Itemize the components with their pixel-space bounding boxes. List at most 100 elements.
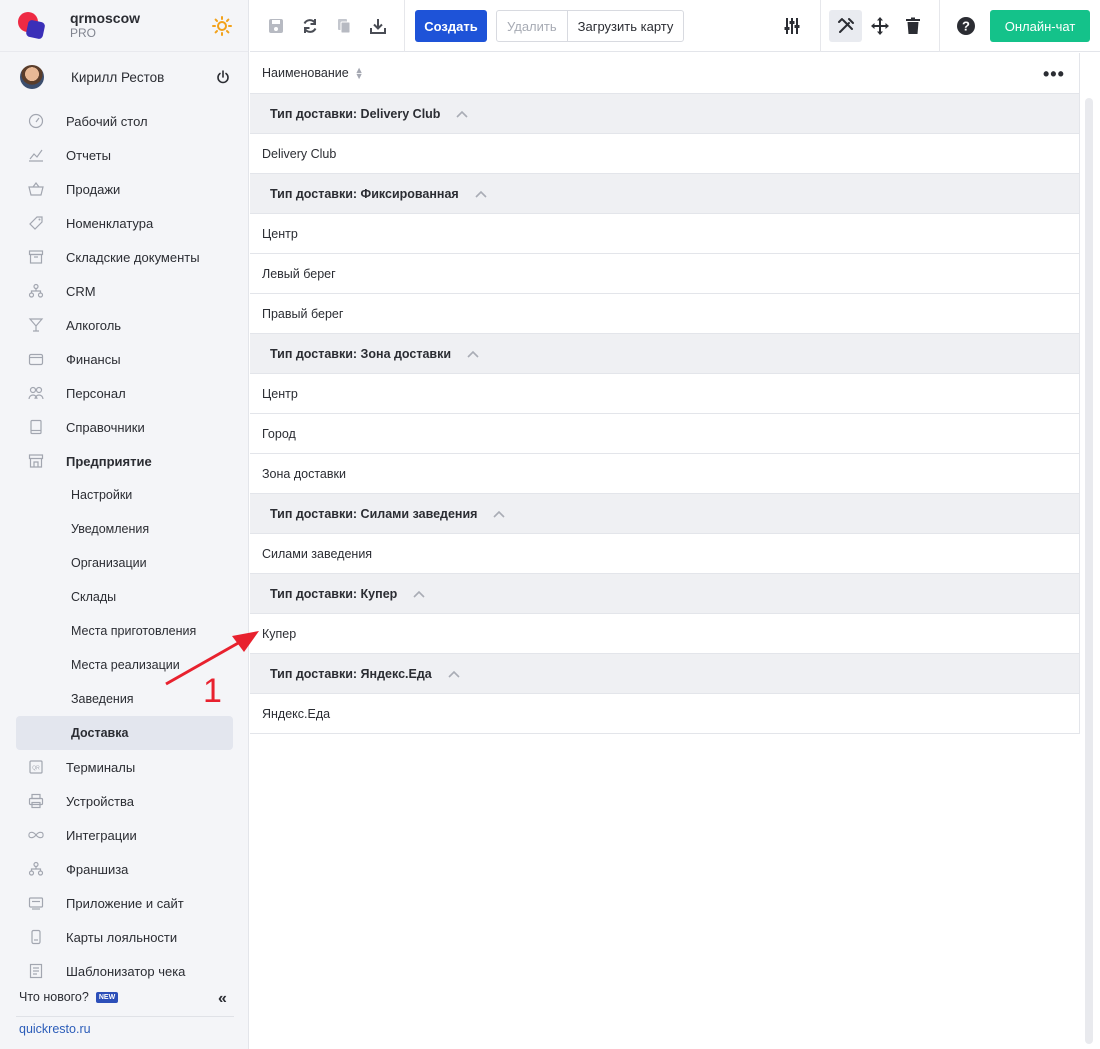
sidebar-subitem-4[interactable]: Места приготовления <box>16 614 233 648</box>
table-row[interactable]: Правый берег <box>250 294 1080 334</box>
user-name[interactable]: Кирилл Рестов <box>71 70 164 85</box>
sidebar-item-main-2[interactable]: Продажи <box>16 172 233 206</box>
group-title: Тип доставки: Силами заведения <box>270 506 478 521</box>
card-icon <box>28 929 44 945</box>
sidebar-subitem-3[interactable]: Склады <box>16 580 233 614</box>
group-header[interactable]: Тип доставки: Фиксированная <box>250 174 1080 214</box>
sidebar-item-label: Франшиза <box>66 861 129 877</box>
sidebar-item-main-5[interactable]: CRM <box>16 274 233 308</box>
delete-button[interactable]: Удалить <box>497 11 568 41</box>
sidebar-subitem-6[interactable]: Заведения <box>16 682 233 716</box>
group-title: Тип доставки: Яндекс.Еда <box>270 666 432 681</box>
column-header[interactable]: Наименование ▲ ▼ <box>250 53 1080 94</box>
sidebar-item-label: Номенклатура <box>66 215 154 231</box>
refresh-icon[interactable] <box>298 14 322 38</box>
help-icon[interactable]: ? <box>954 14 978 38</box>
sidebar-item-extra-6[interactable]: Шаблонизатор чека <box>16 954 233 988</box>
save-icon[interactable] <box>264 14 288 38</box>
brand-plan: PRO <box>70 25 97 40</box>
sidebar-subitem-5[interactable]: Места реализации <box>16 648 233 682</box>
table-row[interactable]: Центр <box>250 374 1080 414</box>
row-name: Купер <box>262 626 297 641</box>
sidebar-item-main-10[interactable]: Предприятие <box>16 444 233 478</box>
brand-header[interactable]: qrmoscow PRO <box>0 0 248 52</box>
toolbar-separator <box>820 0 821 52</box>
sidebar-item-extra-2[interactable]: Интеграции <box>16 818 233 852</box>
sidebar-item-label: Складские документы <box>66 249 200 265</box>
sidebar-item-extra-4[interactable]: Приложение и сайт <box>16 886 233 920</box>
chevron-up-icon[interactable] <box>475 190 487 198</box>
sidebar-item-main-6[interactable]: Алкоголь <box>16 308 233 342</box>
toolbar-separator <box>939 0 940 52</box>
sidebar-item-extra-5[interactable]: Карты лояльности <box>16 920 233 954</box>
sidebar-item-main-9[interactable]: Справочники <box>16 410 233 444</box>
chevron-up-icon[interactable] <box>413 590 425 598</box>
group-header[interactable]: Тип доставки: Зона доставки <box>250 334 1080 374</box>
sidebar-item-main-4[interactable]: Складские документы <box>16 240 233 274</box>
sidebar-item-main-3[interactable]: Номенклатура <box>16 206 233 240</box>
table-row[interactable]: Delivery Club <box>250 134 1080 174</box>
column-settings-icon[interactable] <box>780 14 804 38</box>
create-button[interactable]: Создать <box>415 10 487 42</box>
chevron-up-icon[interactable] <box>448 670 460 678</box>
power-icon[interactable] <box>216 70 230 84</box>
sidebar-subitem-label: Настройки <box>71 488 133 502</box>
chevron-up-icon[interactable] <box>493 510 506 518</box>
franchise-icon <box>28 861 44 877</box>
sidebar-item-extra-3[interactable]: Франшиза <box>16 852 233 886</box>
sidebar-subitem-2[interactable]: Организации <box>16 546 233 580</box>
group-header[interactable]: Тип доставки: Delivery Club <box>250 94 1080 134</box>
column-name-label: Наименование <box>262 66 349 80</box>
row-name: Силами заведения <box>262 546 373 561</box>
sidebar-item-label: Предприятие <box>66 453 152 469</box>
sidebar-item-main-8[interactable]: Персонал <box>16 376 233 410</box>
receipt-icon <box>28 963 44 979</box>
table-row[interactable]: Город <box>250 414 1080 454</box>
chevron-up-icon[interactable] <box>467 350 479 358</box>
copy-icon[interactable] <box>332 14 356 38</box>
whats-new-label: Что нового? <box>19 990 89 1004</box>
sidebar-menu: Рабочий стол Отчеты Продажи Номенклатура Скл… <box>16 104 233 988</box>
action-button-group: Удалить Загрузить карту <box>496 10 685 42</box>
online-chat-button[interactable]: Онлайн-чат <box>990 10 1090 42</box>
sidebar-item-main-0[interactable]: Рабочий стол <box>16 104 233 138</box>
svg-text:?: ? <box>962 19 970 34</box>
trash-icon[interactable] <box>901 14 925 38</box>
sidebar-subitem-0[interactable]: Настройки <box>16 478 233 512</box>
sidebar-item-extra-0[interactable]: QR Терминалы <box>16 750 233 784</box>
table-row[interactable]: Левый берег <box>250 254 1080 294</box>
dashboard-icon <box>28 113 44 129</box>
table-row[interactable]: Яндекс.Еда <box>250 694 1080 734</box>
chevron-up-icon[interactable] <box>456 110 469 118</box>
table-row[interactable]: Центр <box>250 214 1080 254</box>
sidebar-item-main-1[interactable]: Отчеты <box>16 138 233 172</box>
avatar[interactable] <box>20 65 44 89</box>
sort-icon[interactable]: ▲ ▼ <box>355 66 364 81</box>
table-row[interactable]: Зона доставки <box>250 454 1080 494</box>
move-icon[interactable] <box>868 14 892 38</box>
sidebar-subitem-7[interactable]: Доставка <box>16 716 233 750</box>
toolbar-separator <box>404 0 405 52</box>
tools-icon[interactable] <box>834 14 858 38</box>
sidebar-subitem-label: Места приготовления <box>71 624 197 638</box>
logo-icon <box>18 11 46 40</box>
group-header[interactable]: Тип доставки: Яндекс.Еда <box>250 654 1080 694</box>
load-card-button[interactable]: Загрузить карту <box>568 11 684 41</box>
theme-sun-icon[interactable] <box>212 16 232 36</box>
site-link[interactable]: quickresto.ru <box>19 1022 91 1036</box>
download-icon[interactable] <box>366 14 390 38</box>
more-options-icon[interactable]: ••• <box>1043 64 1065 85</box>
scrollbar[interactable] <box>1085 98 1093 1044</box>
sidebar-item-extra-1[interactable]: Устройства <box>16 784 233 818</box>
collapse-sidebar-icon[interactable]: « <box>218 990 227 1008</box>
table-row[interactable]: Купер <box>250 614 1080 654</box>
sidebar-item-main-7[interactable]: Финансы <box>16 342 233 376</box>
sidebar-item-label: Приложение и сайт <box>66 895 184 911</box>
sidebar-item-label: Рабочий стол <box>66 113 148 129</box>
sidebar-subitem-1[interactable]: Уведомления <box>16 512 233 546</box>
whats-new-link[interactable]: Что нового? NEW <box>19 990 119 1004</box>
group-header[interactable]: Тип доставки: Купер <box>250 574 1080 614</box>
table-row[interactable]: Силами заведения <box>250 534 1080 574</box>
wallet-icon <box>28 351 44 367</box>
group-header[interactable]: Тип доставки: Силами заведения <box>250 494 1080 534</box>
